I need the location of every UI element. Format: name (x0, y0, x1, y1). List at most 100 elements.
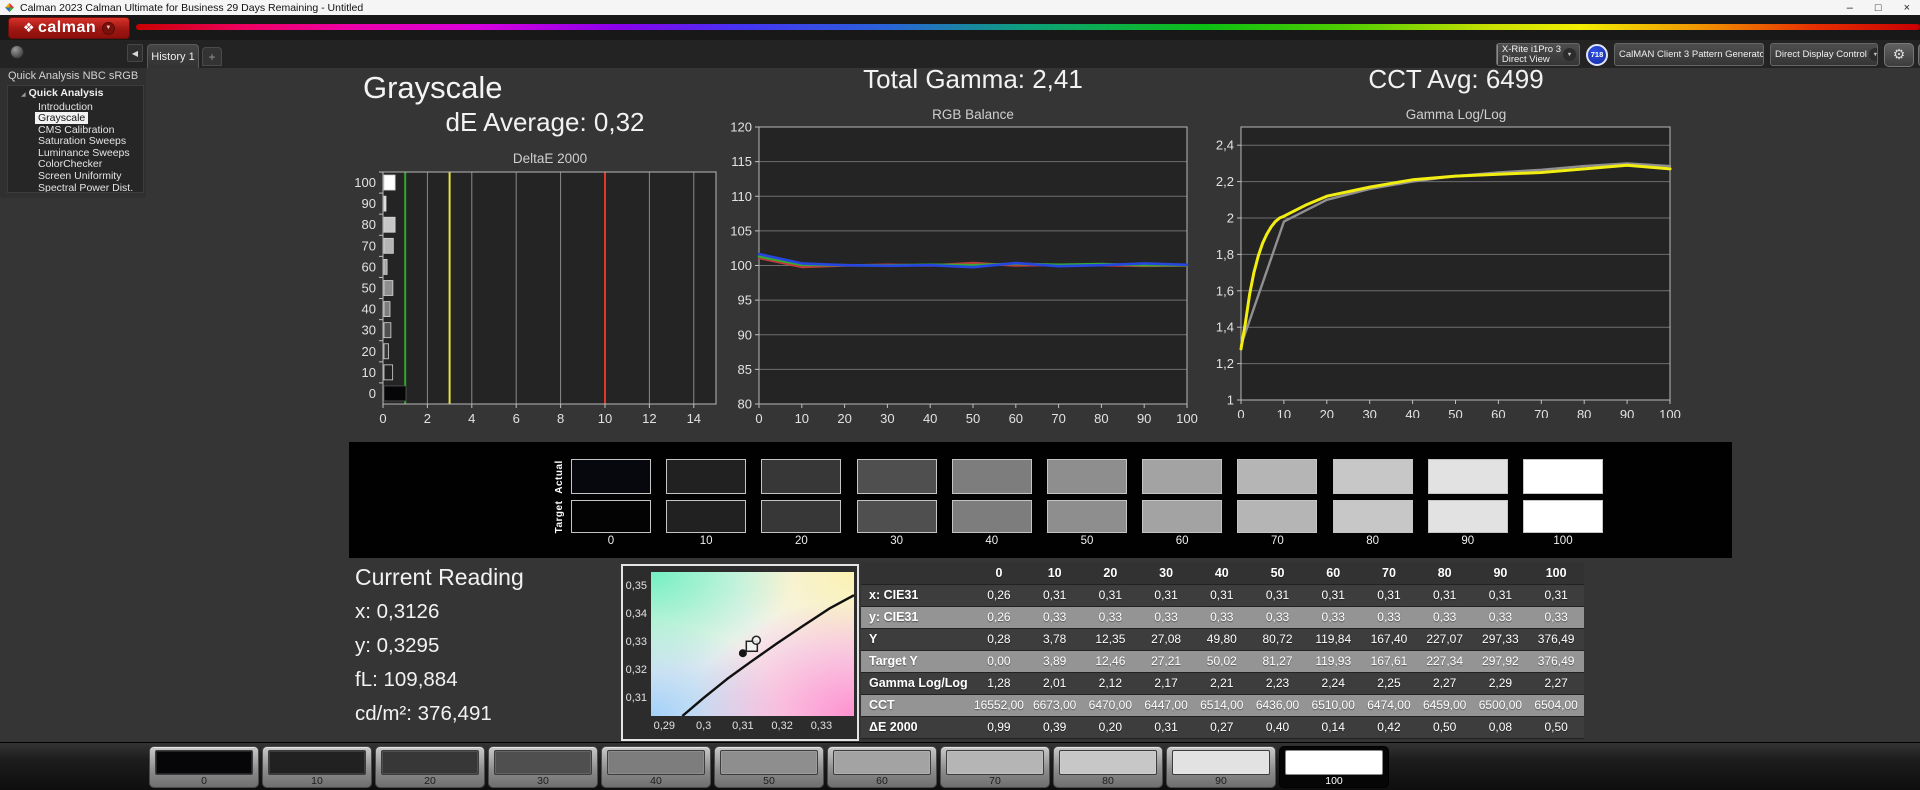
calman-menu-button[interactable]: ❖ calman ▼ (8, 17, 130, 39)
pattern-button-80[interactable]: 80 (1053, 746, 1163, 788)
pattern-bar: ▲ « Back Next » 0102030405060708090100■▶… (0, 742, 1920, 790)
workflow-tree: ◢Quick AnalysisIntroductionGrayscaleCMS … (7, 85, 144, 193)
svg-text:50: 50 (966, 411, 980, 424)
pattern-swatch (381, 750, 479, 775)
swatch-actual-50 (1047, 459, 1127, 494)
pattern-button-30[interactable]: 30 (488, 746, 598, 788)
table-row-gamma-log-log: Gamma Log/Log1,282,012,122,172,212,232,2… (861, 672, 1584, 694)
svg-text:40: 40 (923, 411, 937, 424)
svg-text:60: 60 (1009, 411, 1023, 424)
sidebar-item-spectral-power-dist[interactable]: Spectral Power Dist. (8, 183, 143, 193)
svg-text:30: 30 (362, 323, 376, 338)
pattern-button-10[interactable]: 10 (262, 746, 372, 788)
column-header: 60 (1305, 562, 1361, 584)
device-direct-display-control[interactable]: Direct Display Control▼ (1770, 43, 1878, 66)
svg-text:20: 20 (362, 344, 376, 359)
svg-text:100: 100 (354, 175, 376, 190)
table-cell: 2,01 (1027, 672, 1083, 694)
table-cell: 2,17 (1138, 672, 1194, 694)
device-calman-client-3-pattern-generator[interactable]: CalMAN Client 3 Pattern Generator▼ (1614, 43, 1764, 66)
reading-y: y: 0,3295 (355, 634, 439, 658)
pattern-swatch (1172, 750, 1270, 775)
device-x-rite-i1pro-3[interactable]: X-Rite i1Pro 3Direct View▼ (1496, 43, 1580, 66)
table-cell: 6436,00 (1250, 694, 1306, 716)
chevron-down-icon: ▼ (1869, 48, 1878, 61)
pattern-label: 70 (941, 775, 1049, 787)
pattern-button-70[interactable]: 70 (940, 746, 1050, 788)
table-cell: 50,02 (1194, 650, 1250, 672)
minimize-button[interactable]: – (1847, 2, 1853, 14)
svg-text:0: 0 (379, 411, 386, 426)
table-cell: 16552,00 (971, 694, 1027, 716)
table-cell: 2,29 (1473, 672, 1529, 694)
sidebar-item-grayscale[interactable]: Grayscale (8, 113, 143, 125)
svg-text:2: 2 (1227, 211, 1234, 226)
sidebar-collapse-button[interactable]: ◀ (127, 44, 143, 62)
pattern-button-0[interactable]: 0 (149, 746, 259, 788)
column-header: 10 (1027, 562, 1083, 584)
table-cell: 0,33 (1138, 606, 1194, 628)
table-cell: 167,61 (1361, 650, 1417, 672)
workflow-title: Quick Analysis NBC sRGB (8, 70, 138, 82)
pattern-button-100[interactable]: 100 (1279, 746, 1389, 788)
pattern-button-90[interactable]: 90 (1166, 746, 1276, 788)
page-title: Grayscale (363, 70, 503, 106)
sidebar-item-screen-uniformity[interactable]: Screen Uniformity (8, 171, 143, 183)
tab-history1[interactable]: History 1 (147, 44, 199, 68)
add-tab-button[interactable]: + (202, 47, 222, 66)
expander-icon: ◢ (21, 92, 26, 98)
svg-text:40: 40 (362, 302, 376, 317)
table-cell: 0,00 (971, 650, 1027, 672)
table-cell: 0,31 (1138, 584, 1194, 606)
pattern-button-40[interactable]: 40 (601, 746, 711, 788)
sidebar-item-quick-analysis[interactable]: ◢Quick Analysis (8, 88, 143, 102)
pattern-button-50[interactable]: 50 (714, 746, 824, 788)
swatch-target-90 (1428, 500, 1508, 533)
svg-text:10: 10 (795, 411, 809, 424)
pattern-button-20[interactable]: 20 (375, 746, 485, 788)
sidebar-menu-button[interactable] (10, 45, 24, 59)
settings-gear-button[interactable]: ⚙ (1884, 43, 1914, 67)
table-cell: 6504,00 (1528, 694, 1584, 716)
rgb-balance-chart: 8085909510010511011512001020304050607080… (710, 116, 1210, 424)
table-row-y-cie31: y: CIE310,260,330,330,330,330,330,330,33… (861, 606, 1584, 628)
table-cell: 6514,00 (1194, 694, 1250, 716)
table-row-x-cie31: x: CIE310,260,310,310,310,310,310,310,31… (861, 584, 1584, 606)
table-cell: 2,21 (1194, 672, 1250, 694)
pattern-label: 20 (376, 775, 484, 787)
table-cell: 6673,00 (1027, 694, 1083, 716)
table-cell: 0,08 (1473, 716, 1529, 738)
swatch-target-80 (1333, 500, 1413, 533)
pattern-swatch (607, 750, 705, 775)
close-button[interactable]: × (1904, 2, 1910, 14)
column-header: 20 (1083, 562, 1139, 584)
swatch-actual-90 (1428, 459, 1508, 494)
cct-avg-stat: CCT Avg: 6499 (1256, 64, 1656, 95)
swatch-target-70 (1237, 500, 1317, 533)
table-cell: 167,40 (1361, 628, 1417, 650)
table-cell: 0,33 (1250, 606, 1306, 628)
maximize-button[interactable]: □ (1875, 2, 1882, 14)
pattern-button-60[interactable]: 60 (827, 746, 937, 788)
svg-text:0: 0 (369, 386, 376, 401)
reading-cdm2: cd/m²: 376,491 (355, 702, 492, 726)
table-cell: 6447,00 (1138, 694, 1194, 716)
table-cell: 6500,00 (1473, 694, 1529, 716)
table-cell: 0,31 (1194, 584, 1250, 606)
svg-text:100: 100 (730, 258, 752, 273)
table-cell: 2,27 (1417, 672, 1473, 694)
de-average-stat: dE Average: 0,32 (370, 107, 720, 138)
grayscale-swatch-strip: ActualTarget0102030405060708090100 (349, 442, 1732, 558)
table-row-y: Y0,283,7812,3527,0849,8080,72119,84167,4… (861, 628, 1584, 650)
svg-text:80: 80 (1577, 407, 1591, 418)
svg-text:70: 70 (1534, 407, 1548, 418)
pattern-label: 10 (263, 775, 371, 787)
cie-x-tick: 0,31 (728, 720, 758, 732)
svg-text:60: 60 (362, 259, 376, 274)
table-cell: 0,50 (1417, 716, 1473, 738)
table-cell: 6470,00 (1083, 694, 1139, 716)
table-cell: 297,33 (1473, 628, 1529, 650)
sidebar: Quick Analysis NBC sRGB ◢Quick AnalysisI… (0, 68, 146, 198)
cie-y-tick: 0,31 (623, 692, 647, 704)
chevron-down-icon: ▼ (102, 22, 115, 35)
